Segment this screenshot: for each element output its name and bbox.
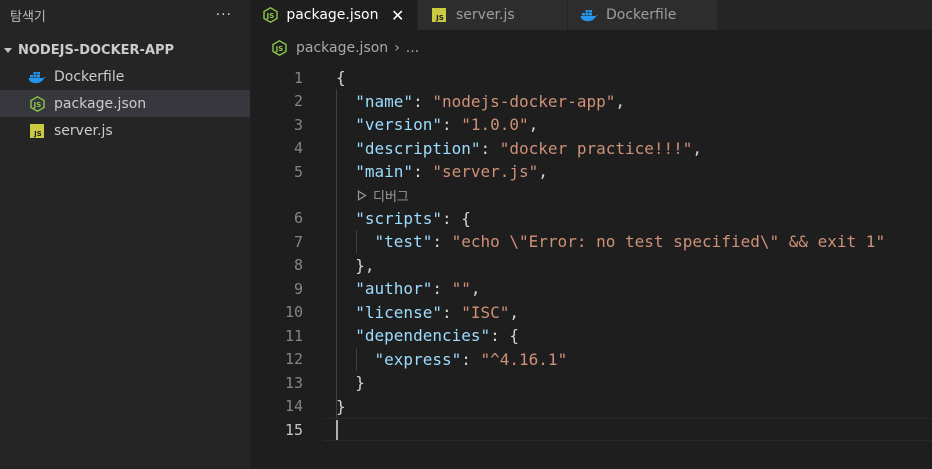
json-string: "nodejs-docker-app" bbox=[432, 91, 616, 111]
json-string: "server.js" bbox=[432, 162, 539, 182]
code-token: } bbox=[336, 396, 346, 416]
code-editor[interactable]: 1 { 2 "name": "nodejs-docker-app", 3 "ve… bbox=[250, 66, 932, 442]
explorer-sidebar: 탐색기 ··· NODEJS-DOCKER-APP Dockerfile JS … bbox=[0, 0, 250, 469]
tab-label: server.js bbox=[456, 7, 515, 23]
line-number: 2 bbox=[293, 92, 303, 111]
svg-text:JS: JS bbox=[265, 12, 274, 20]
code-token: { bbox=[336, 68, 346, 88]
code-token: } bbox=[355, 373, 365, 393]
tab-bar: JS package.json ✕ JS server.js Dockerfil… bbox=[250, 0, 932, 30]
code-line: 7 "test": "echo \"Error: no test specifi… bbox=[250, 230, 932, 254]
breadcrumb: JS package.json › ... bbox=[250, 30, 932, 66]
code-line: 8 }, bbox=[250, 254, 932, 278]
line-number: 14 bbox=[284, 397, 303, 416]
line-number: 15 bbox=[284, 420, 303, 439]
docker-icon bbox=[580, 7, 598, 23]
svg-text:JS: JS bbox=[274, 45, 283, 53]
file-label: server.js bbox=[54, 122, 113, 139]
code-line: 10 "license": "ISC", bbox=[250, 301, 932, 325]
tab-label: package.json bbox=[286, 7, 379, 23]
more-actions-button[interactable]: ··· bbox=[216, 7, 232, 23]
json-key: "dependencies" bbox=[355, 326, 491, 346]
line-number: 1 bbox=[293, 68, 303, 87]
code-line: 3 "version": "1.0.0", bbox=[250, 113, 932, 137]
line-number: 7 bbox=[293, 232, 303, 251]
breadcrumb-file[interactable]: package.json bbox=[296, 40, 388, 56]
chevron-down-icon bbox=[4, 47, 12, 53]
vscode-window: 탐색기 ··· NODEJS-DOCKER-APP Dockerfile JS … bbox=[0, 0, 932, 469]
codelens-row: 디버그 bbox=[250, 184, 932, 207]
line-number: 11 bbox=[284, 326, 303, 345]
play-icon bbox=[357, 189, 367, 201]
code-line: 1 { bbox=[250, 66, 932, 90]
json-string: "1.0.0" bbox=[461, 115, 529, 135]
nodejs-icon: JS bbox=[270, 40, 288, 56]
code-line: 14 } bbox=[250, 395, 932, 419]
line-number: 12 bbox=[284, 350, 303, 369]
code-line: 13 } bbox=[250, 371, 932, 395]
json-key: "license" bbox=[355, 302, 442, 322]
chevron-right-icon: › bbox=[394, 40, 400, 56]
code-line: 9 "author": "", bbox=[250, 277, 932, 301]
json-string: "^4.16.1" bbox=[480, 349, 568, 369]
tab-server-js[interactable]: JS server.js bbox=[418, 0, 568, 30]
line-number: 6 bbox=[293, 209, 303, 228]
explorer-title: 탐색기 bbox=[10, 9, 46, 25]
docker-icon bbox=[27, 69, 47, 85]
code-token: }, bbox=[355, 255, 375, 275]
json-string: "docker practice!!!" bbox=[499, 138, 693, 158]
line-number: 10 bbox=[284, 303, 303, 322]
code-line: 6 "scripts": { bbox=[250, 207, 932, 231]
json-key: "version" bbox=[355, 115, 442, 135]
codelens-label: 디버그 bbox=[373, 189, 409, 205]
file-item-package-json[interactable]: JS package.json bbox=[0, 90, 250, 117]
tab-package-json[interactable]: JS package.json ✕ bbox=[250, 0, 418, 30]
explorer-header: 탐색기 ··· bbox=[0, 0, 250, 30]
close-icon[interactable]: ✕ bbox=[391, 6, 406, 25]
json-key: "main" bbox=[355, 162, 414, 182]
json-key: "scripts" bbox=[355, 208, 442, 228]
json-string: "echo \"Error: no test specified\" && ex… bbox=[451, 232, 886, 252]
line-number: 9 bbox=[293, 279, 303, 298]
json-key: "name" bbox=[355, 91, 414, 111]
file-item-dockerfile[interactable]: Dockerfile bbox=[0, 63, 250, 90]
code-line: 5 "main": "server.js", bbox=[250, 160, 932, 184]
svg-text:JS: JS bbox=[33, 130, 42, 138]
editor-area: JS package.json ✕ JS server.js Dockerfil… bbox=[250, 0, 932, 469]
folder-nodejs-docker-app[interactable]: NODEJS-DOCKER-APP bbox=[0, 37, 250, 63]
text-cursor bbox=[336, 419, 338, 440]
code-line: 12 "express": "^4.16.1" bbox=[250, 348, 932, 372]
json-key: "author" bbox=[355, 279, 433, 299]
line-number: 8 bbox=[293, 256, 303, 275]
tab-dockerfile[interactable]: Dockerfile bbox=[568, 0, 718, 30]
nodejs-icon: JS bbox=[27, 95, 47, 112]
json-key: "express" bbox=[374, 349, 462, 369]
folder-label: NODEJS-DOCKER-APP bbox=[18, 42, 175, 58]
json-string: "" bbox=[451, 279, 471, 299]
debug-codelens[interactable]: 디버그 bbox=[357, 186, 409, 205]
code-line-current: 15 bbox=[250, 418, 932, 442]
json-key: "test" bbox=[374, 232, 433, 252]
js-icon: JS bbox=[430, 7, 448, 23]
line-number: 13 bbox=[284, 373, 303, 392]
line-number: 3 bbox=[293, 115, 303, 134]
code-line: 2 "name": "nodejs-docker-app", bbox=[250, 90, 932, 114]
file-item-server-js[interactable]: JS server.js bbox=[0, 117, 250, 144]
file-label: Dockerfile bbox=[54, 68, 125, 85]
line-number: 5 bbox=[293, 162, 303, 181]
tab-label: Dockerfile bbox=[606, 7, 677, 23]
nodejs-icon: JS bbox=[262, 7, 278, 23]
json-string: "ISC" bbox=[461, 302, 510, 322]
svg-text:JS: JS bbox=[32, 101, 41, 109]
breadcrumb-more[interactable]: ... bbox=[406, 40, 419, 56]
code-line: 4 "description": "docker practice!!!", bbox=[250, 137, 932, 161]
svg-text:JS: JS bbox=[435, 14, 444, 22]
json-key: "description" bbox=[355, 138, 481, 158]
line-number: 4 bbox=[293, 139, 303, 158]
file-label: package.json bbox=[54, 95, 147, 112]
code-line: 11 "dependencies": { bbox=[250, 324, 932, 348]
js-icon: JS bbox=[27, 123, 47, 139]
